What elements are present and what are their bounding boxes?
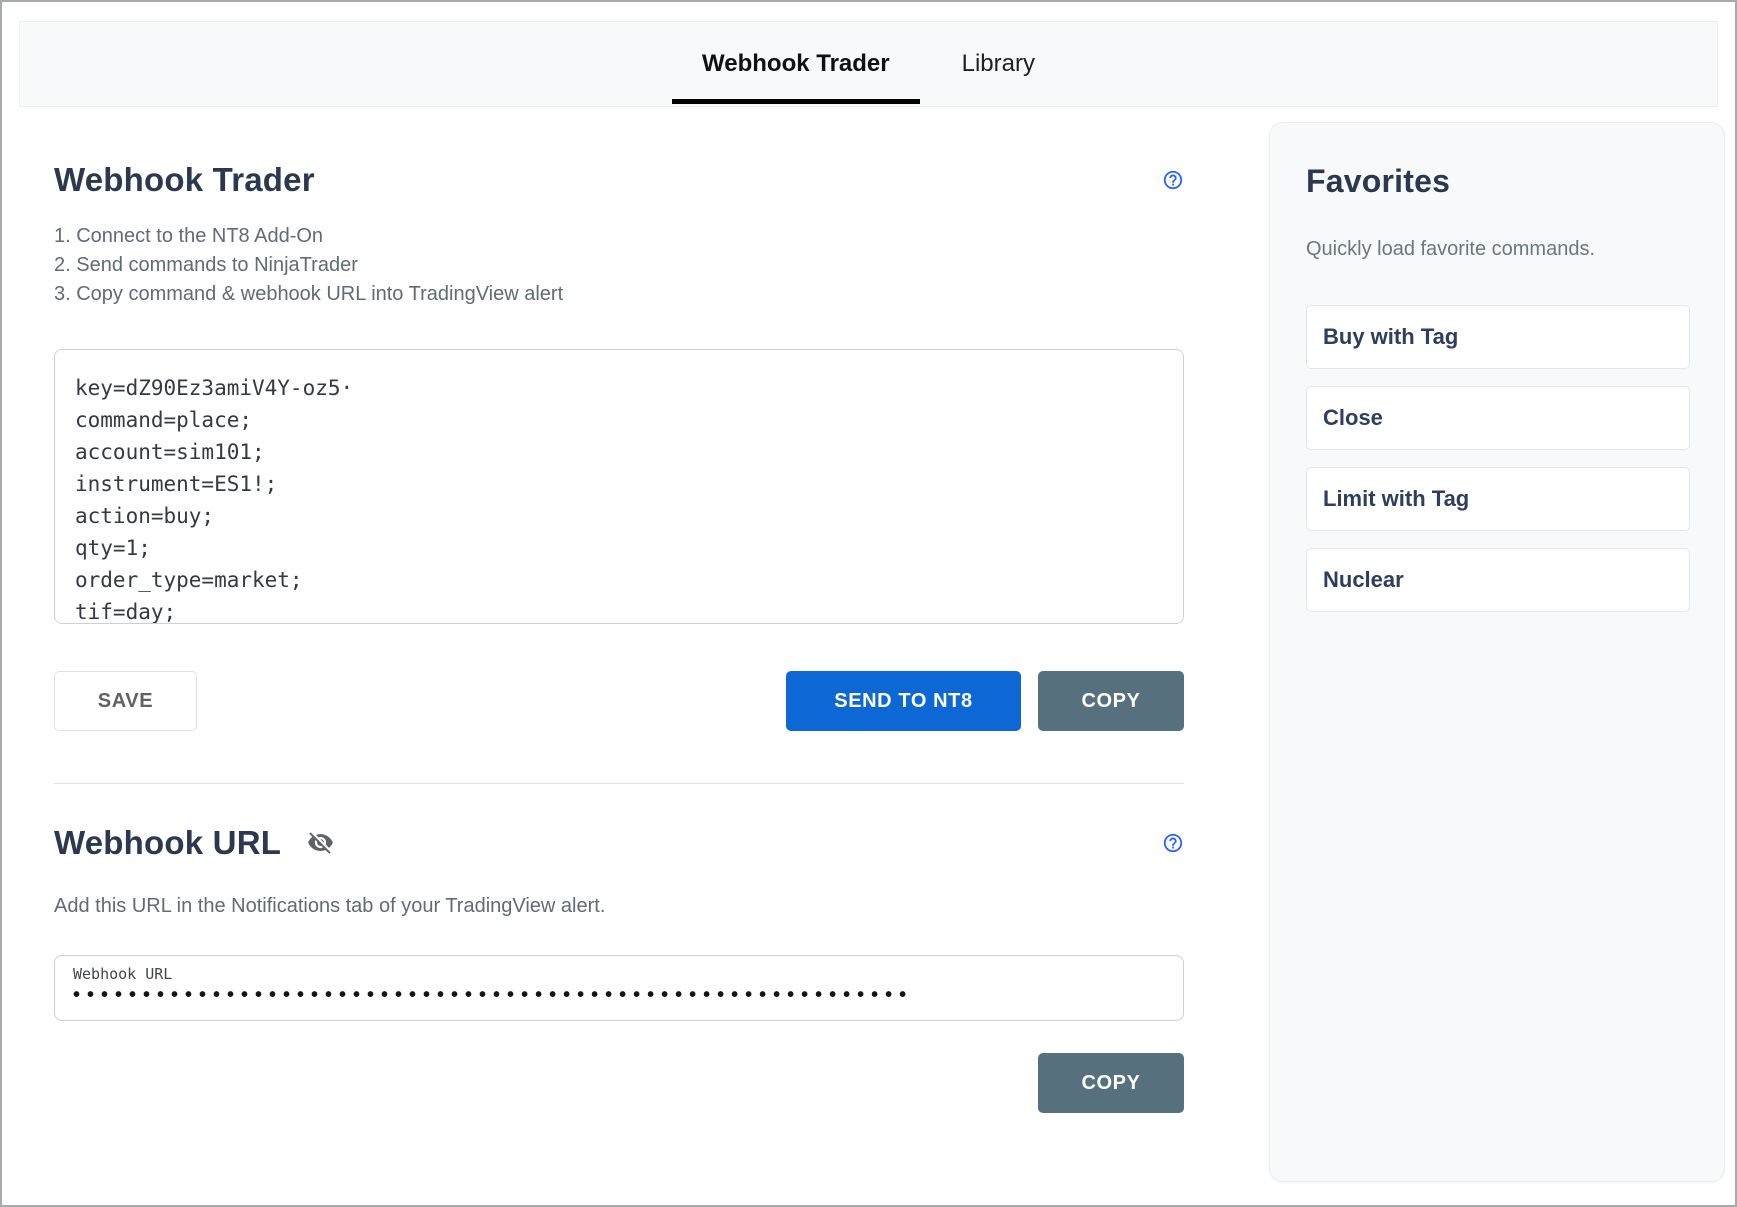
favorite-item-close[interactable]: Close [1306,386,1690,450]
instruction-step: 3. Copy command & webhook URL into Tradi… [54,280,1184,309]
main-content: Webhook Trader 1. Connect to the NT8 Add… [54,107,1184,1113]
webhook-trader-app: Webhook Trader Library Webhook Trader 1.… [0,0,1737,1207]
eye-off-icon[interactable] [307,829,334,856]
tab-webhook-trader[interactable]: Webhook Trader [672,22,920,106]
favorite-item-limit-with-tag[interactable]: Limit with Tag [1306,467,1690,531]
favorite-item-nuclear[interactable]: Nuclear [1306,548,1690,612]
page-title: Webhook Trader [54,163,315,196]
command-textarea[interactable]: key=dZ90Ez3amiV4Y-oz5· command=place; ac… [54,349,1184,624]
webhook-url-title: Webhook URL [54,826,281,859]
favorites-list: Buy with Tag Close Limit with Tag Nuclea… [1306,305,1688,612]
webhook-url-masked-value: ••••••••••••••••••••••••••••••••••••••••… [73,984,1165,1007]
command-actions: SAVE SEND TO NT8 COPY [54,671,1184,731]
copy-url-button[interactable]: COPY [1038,1053,1184,1113]
favorite-item-label: Limit with Tag [1323,486,1469,512]
instruction-step: 2. Send commands to NinjaTrader [54,251,1184,280]
webhook-url-title-row: Webhook URL [54,826,1184,859]
favorites-subtitle: Quickly load favorite commands. [1306,237,1688,261]
favorite-item-label: Nuclear [1323,567,1404,593]
favorite-item-label: Buy with Tag [1323,324,1458,350]
favorite-item-label: Close [1323,405,1383,431]
url-actions: COPY [54,1053,1184,1113]
instruction-step: 1. Connect to the NT8 Add-On [54,222,1184,251]
tab-bar: Webhook Trader Library [19,21,1718,107]
instructions: 1. Connect to the NT8 Add-On 2. Send com… [54,222,1184,309]
favorites-title: Favorites [1306,165,1688,197]
tab-library-label: Library [962,50,1035,78]
help-icon[interactable] [1162,169,1184,191]
send-to-nt8-button[interactable]: SEND TO NT8 [786,671,1021,731]
tab-library[interactable]: Library [932,22,1065,106]
webhook-url-field[interactable]: Webhook URL ••••••••••••••••••••••••••••… [54,955,1184,1021]
webhook-url-description: Add this URL in the Notifications tab of… [54,893,1184,919]
help-icon[interactable] [1162,832,1184,854]
title-row: Webhook Trader [54,163,1184,196]
copy-command-button[interactable]: COPY [1038,671,1184,731]
favorites-panel: Favorites Quickly load favorite commands… [1269,122,1725,1182]
section-divider [54,783,1184,784]
save-button[interactable]: SAVE [54,671,197,731]
favorite-item-buy-with-tag[interactable]: Buy with Tag [1306,305,1690,369]
webhook-url-field-label: Webhook URL [73,965,1165,983]
tab-webhook-trader-label: Webhook Trader [702,50,890,78]
